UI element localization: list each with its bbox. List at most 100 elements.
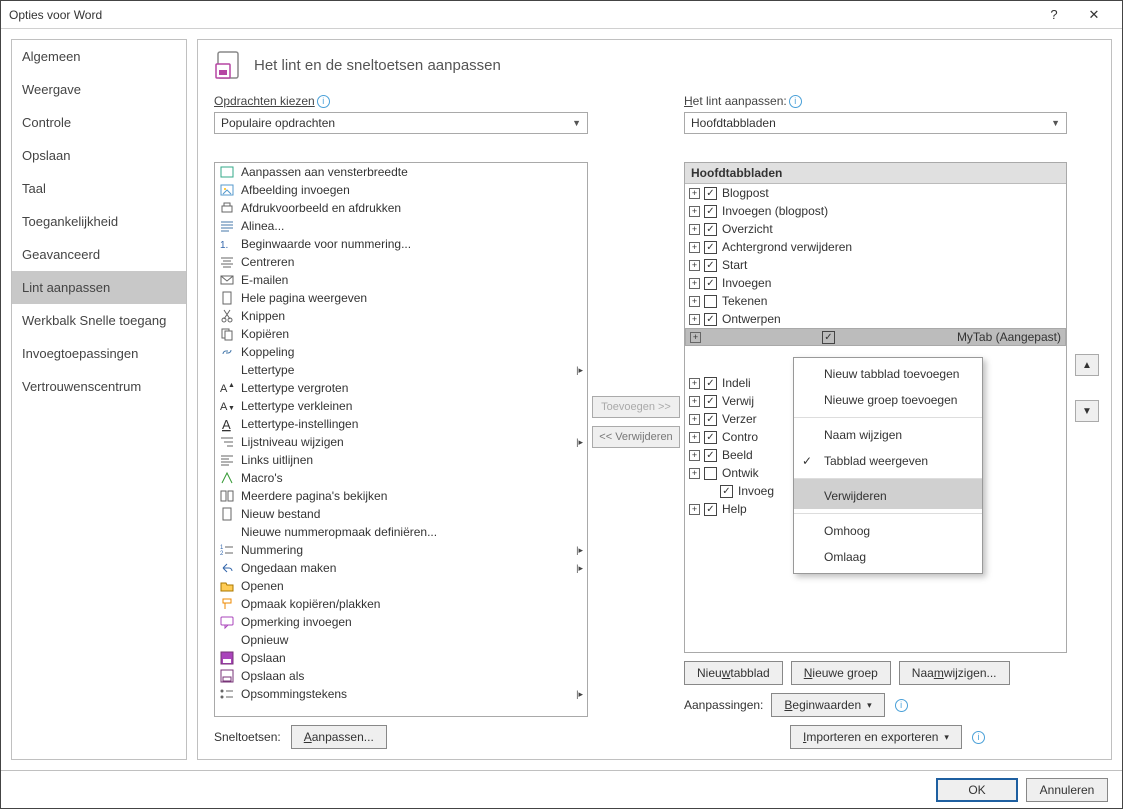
- checkbox[interactable]: ✓: [704, 205, 717, 218]
- sidebar-item[interactable]: Taal: [12, 172, 186, 205]
- customize-shortcuts-button[interactable]: Aanpassen...: [291, 725, 387, 749]
- checkbox[interactable]: ✓: [704, 431, 717, 444]
- info-icon[interactable]: i: [972, 731, 985, 744]
- command-item[interactable]: Alinea...: [215, 217, 587, 235]
- menu-item[interactable]: Verwijderen: [794, 478, 982, 509]
- command-item[interactable]: 12Nummering|▸: [215, 541, 587, 559]
- expand-icon[interactable]: +: [689, 468, 700, 479]
- tree-item[interactable]: +✓Blogpost: [685, 184, 1066, 202]
- cancel-button[interactable]: Annuleren: [1026, 778, 1108, 802]
- menu-item[interactable]: Naam wijzigen: [794, 417, 982, 448]
- reset-button[interactable]: Beginwaarden: [771, 693, 884, 717]
- expand-icon[interactable]: +: [689, 260, 700, 271]
- tree-item[interactable]: +✓Invoegen: [685, 274, 1066, 292]
- command-item[interactable]: Ongedaan maken|▸: [215, 559, 587, 577]
- sidebar-item[interactable]: Geavanceerd: [12, 238, 186, 271]
- menu-item[interactable]: ✓Tabblad weergeven: [794, 448, 982, 474]
- tree-item[interactable]: +✓Ontwerpen: [685, 310, 1066, 328]
- move-down-button[interactable]: ▼: [1075, 400, 1099, 422]
- command-item[interactable]: Lijstniveau wijzigen|▸: [215, 433, 587, 451]
- expand-icon[interactable]: +: [689, 188, 700, 199]
- expand-icon[interactable]: +: [689, 378, 700, 389]
- checkbox[interactable]: ✓: [704, 395, 717, 408]
- checkbox[interactable]: ✓: [704, 413, 717, 426]
- checkbox[interactable]: ✓: [704, 377, 717, 390]
- ok-button[interactable]: OK: [936, 778, 1018, 802]
- expand-icon[interactable]: +: [689, 314, 700, 325]
- expand-icon[interactable]: +: [689, 206, 700, 217]
- expand-icon[interactable]: +: [689, 414, 700, 425]
- tree-item[interactable]: +✓MyTab (Aangepast): [685, 328, 1066, 346]
- sidebar-item[interactable]: Invoegtoepassingen: [12, 337, 186, 370]
- command-item[interactable]: A▼Lettertype verkleinen: [215, 397, 587, 415]
- checkbox[interactable]: ✓: [720, 485, 733, 498]
- expand-icon[interactable]: +: [689, 504, 700, 515]
- checkbox[interactable]: [704, 467, 717, 480]
- command-item[interactable]: Opmerking invoegen: [215, 613, 587, 631]
- move-up-button[interactable]: ▲: [1075, 354, 1099, 376]
- checkbox[interactable]: ✓: [822, 331, 835, 344]
- command-item[interactable]: Kopiëren: [215, 325, 587, 343]
- command-item[interactable]: Nieuwe nummeropmaak definiëren...: [215, 523, 587, 541]
- command-item[interactable]: Opmaak kopiëren/plakken: [215, 595, 587, 613]
- command-item[interactable]: Opslaan als: [215, 667, 587, 685]
- help-button[interactable]: ?: [1034, 1, 1074, 29]
- command-item[interactable]: Opsommingstekens|▸: [215, 685, 587, 703]
- sidebar-item[interactable]: Lint aanpassen: [12, 271, 186, 304]
- command-item[interactable]: ALettertype-instellingen: [215, 415, 587, 433]
- info-icon[interactable]: i: [317, 95, 330, 108]
- expand-icon[interactable]: +: [689, 224, 700, 235]
- menu-item[interactable]: Omhoog: [794, 513, 982, 544]
- command-item[interactable]: Macro's: [215, 469, 587, 487]
- new-tab-button[interactable]: Nieuw tabblad: [684, 661, 783, 685]
- command-item[interactable]: A▲Lettertype vergroten: [215, 379, 587, 397]
- command-item[interactable]: Lettertype|▸: [215, 361, 587, 379]
- command-item[interactable]: Opnieuw: [215, 631, 587, 649]
- checkbox[interactable]: ✓: [704, 259, 717, 272]
- ribbon-combo[interactable]: Hoofdtabbladen▼: [684, 112, 1067, 134]
- expand-icon[interactable]: +: [689, 278, 700, 289]
- command-item[interactable]: Afbeelding invoegen: [215, 181, 587, 199]
- sidebar-item[interactable]: Werkbalk Snelle toegang: [12, 304, 186, 337]
- sidebar-item[interactable]: Opslaan: [12, 139, 186, 172]
- checkbox[interactable]: ✓: [704, 449, 717, 462]
- checkbox[interactable]: ✓: [704, 277, 717, 290]
- tree-item[interactable]: +✓Invoegen (blogpost): [685, 202, 1066, 220]
- expand-icon[interactable]: +: [689, 396, 700, 407]
- expand-icon[interactable]: +: [689, 432, 700, 443]
- new-group-button[interactable]: Nieuwe groep: [791, 661, 891, 685]
- command-item[interactable]: Aanpassen aan vensterbreedte: [215, 163, 587, 181]
- sidebar-item[interactable]: Vertrouwenscentrum: [12, 370, 186, 403]
- sidebar-item[interactable]: Toegankelijkheid: [12, 205, 186, 238]
- command-item[interactable]: Links uitlijnen: [215, 451, 587, 469]
- command-item[interactable]: Meerdere pagina's bekijken: [215, 487, 587, 505]
- checkbox[interactable]: ✓: [704, 187, 717, 200]
- expand-icon[interactable]: +: [690, 332, 701, 343]
- rename-button[interactable]: Naam wijzigen...: [899, 661, 1010, 685]
- expand-icon[interactable]: +: [689, 450, 700, 461]
- checkbox[interactable]: ✓: [704, 223, 717, 236]
- command-item[interactable]: Knippen: [215, 307, 587, 325]
- command-item[interactable]: Hele pagina weergeven: [215, 289, 587, 307]
- expand-icon[interactable]: +: [689, 296, 700, 307]
- sidebar-item[interactable]: Weergave: [12, 73, 186, 106]
- sidebar-item[interactable]: Controle: [12, 106, 186, 139]
- command-item[interactable]: Afdrukvoorbeeld en afdrukken: [215, 199, 587, 217]
- command-item[interactable]: Nieuw bestand: [215, 505, 587, 523]
- tree-item[interactable]: +Tekenen: [685, 292, 1066, 310]
- checkbox[interactable]: ✓: [704, 241, 717, 254]
- command-item[interactable]: 1.Beginwaarde voor nummering...: [215, 235, 587, 253]
- commands-list[interactable]: Aanpassen aan vensterbreedteAfbeelding i…: [214, 162, 588, 717]
- info-icon[interactable]: i: [895, 699, 908, 712]
- tree-item[interactable]: +✓Start: [685, 256, 1066, 274]
- info-icon[interactable]: i: [789, 95, 802, 108]
- command-item[interactable]: Centreren: [215, 253, 587, 271]
- tree-item[interactable]: +✓Overzicht: [685, 220, 1066, 238]
- remove-button[interactable]: << Verwijderen: [592, 426, 680, 448]
- checkbox[interactable]: ✓: [704, 503, 717, 516]
- menu-item[interactable]: Nieuw tabblad toevoegen: [794, 361, 982, 387]
- sidebar-item[interactable]: Algemeen: [12, 40, 186, 73]
- import-export-button[interactable]: Importeren en exporteren: [790, 725, 962, 749]
- checkbox[interactable]: ✓: [704, 313, 717, 326]
- menu-item[interactable]: Nieuwe groep toevoegen: [794, 387, 982, 413]
